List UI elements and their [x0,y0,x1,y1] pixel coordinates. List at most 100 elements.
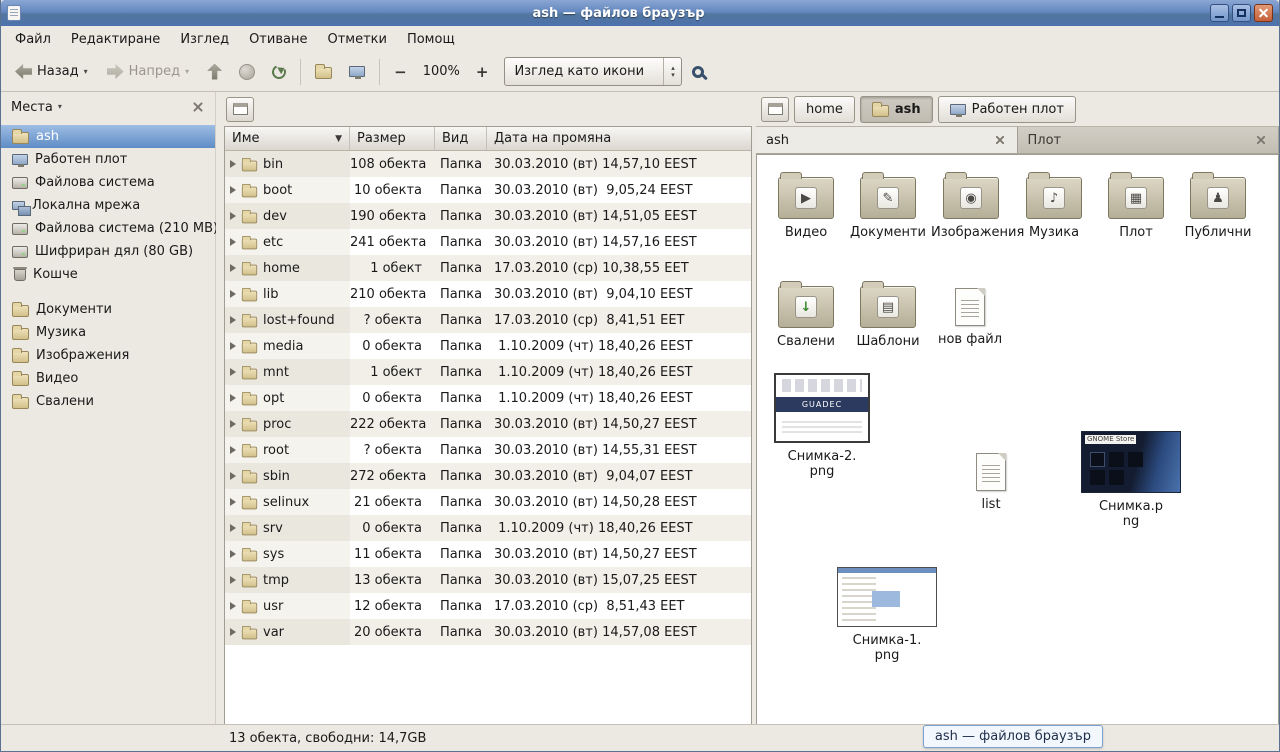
expander-icon[interactable] [230,264,236,272]
sidebar-item[interactable]: Локална мрежа [1,194,215,217]
menu-item[interactable]: Отметки [317,26,396,52]
places-title[interactable]: Места [11,100,53,115]
expander-icon[interactable] [230,394,236,402]
stop-button[interactable] [232,57,262,87]
column-header-date[interactable]: Дата на промяна [487,127,751,150]
column-header-type[interactable]: Вид [435,127,487,150]
table-row[interactable]: lib 210 обекта Папка 30.03.2010 (вт) 9,0… [225,281,751,307]
sidebar-item[interactable]: Файлова система (210 MB) [1,217,215,240]
sidebar-item[interactable]: Файлова система [1,171,215,194]
table-row[interactable]: selinux 21 обекта Папка 30.03.2010 (вт) … [225,489,751,515]
search-button[interactable] [685,57,711,87]
column-header-name[interactable]: Име ▼ [225,127,350,150]
close-sidebar-button[interactable] [191,100,205,114]
icon-view-item[interactable]: Снимка-1.png [835,567,939,663]
icon-view-item[interactable]: нов файл [931,278,1009,347]
table-row[interactable]: bin 108 обекта Папка 30.03.2010 (вт) 14,… [225,151,751,177]
menu-item[interactable]: Файл [5,26,61,52]
table-row[interactable]: var 20 обекта Папка 30.03.2010 (вт) 14,5… [225,619,751,645]
pane-location-button[interactable] [226,97,254,122]
taskbar-window-button[interactable]: ash — файлов браузър [923,725,1103,748]
expander-icon[interactable] [230,186,236,194]
sidebar-item[interactable]: Кошче [1,263,215,286]
expander-icon[interactable] [230,212,236,220]
home-folder-button[interactable] [308,57,339,87]
sidebar-item[interactable]: Видео [1,367,215,390]
icon-view-item[interactable]: ✎ Документи [849,169,927,240]
expander-icon[interactable] [230,342,236,350]
table-row[interactable]: proc 222 обекта Папка 30.03.2010 (вт) 14… [225,411,751,437]
expander-icon[interactable] [230,524,236,532]
breadcrumb-ash[interactable]: ash [860,96,933,123]
sidebar-item[interactable]: ash [1,125,215,148]
sidebar-item[interactable]: Документи [1,298,215,321]
up-button[interactable] [200,57,229,87]
back-button[interactable]: Назад ▾ [7,57,96,87]
icon-view-item[interactable]: ◉ Изображения [931,169,1011,240]
table-row[interactable]: boot 10 обекта Папка 30.03.2010 (вт) 9,0… [225,177,751,203]
forward-button[interactable]: Напред ▾ [99,57,198,87]
breadcrumb-home[interactable]: home [794,96,855,123]
maximize-button[interactable] [1232,4,1251,22]
icon-view-item[interactable]: ▶ Видео [767,169,845,240]
table-row[interactable]: mnt 1 обект Папка 1.10.2009 (чт) 18,40,2… [225,359,751,385]
menu-item[interactable]: Изглед [170,26,239,52]
expander-icon[interactable] [230,628,236,636]
expander-icon[interactable] [230,420,236,428]
expander-icon[interactable] [230,446,236,454]
close-button[interactable] [1254,4,1273,22]
icon-view-item[interactable]: ▤ Шаблони [849,278,927,349]
menu-item[interactable]: Отиване [239,26,317,52]
minimize-button[interactable] [1210,4,1229,22]
titlebar[interactable]: ash — файлов браузър [1,0,1279,26]
sidebar-item[interactable]: Музика [1,321,215,344]
pane-splitter[interactable] [216,92,224,724]
sidebar-item[interactable]: Изображения [1,344,215,367]
icon-view-item[interactable]: ↓ Свалени [767,278,845,349]
icon-view-item[interactable]: GNOME Store Снимка.png [1079,431,1183,529]
view-mode-select[interactable]: Изглед като икони ▴▾ [504,57,682,86]
pane-location-button[interactable] [761,97,789,122]
expander-icon[interactable] [230,472,236,480]
tab-ash[interactable]: ash [756,127,1018,153]
close-tab-icon[interactable] [993,134,1006,147]
menu-item[interactable]: Редактиране [61,26,170,52]
tab-plot[interactable]: Плот [1018,127,1280,153]
sidebar-item[interactable]: Шифриран дял (80 GB) [1,240,215,263]
icon-view-item[interactable]: ▦ Плот [1097,169,1175,240]
expander-icon[interactable] [230,498,236,506]
expander-icon[interactable] [230,160,236,168]
expander-icon[interactable] [230,368,236,376]
table-row[interactable]: usr 12 обекта Папка 17.03.2010 (ср) 8,51… [225,593,751,619]
expander-icon[interactable] [230,238,236,246]
expander-icon[interactable] [230,576,236,584]
table-row[interactable]: srv 0 обекта Папка 1.10.2009 (чт) 18,40,… [225,515,751,541]
table-row[interactable]: sbin 272 обекта Папка 30.03.2010 (вт) 9,… [225,463,751,489]
icon-view-item[interactable]: ♟ Публични [1179,169,1257,240]
table-row[interactable]: root ? обекта Папка 30.03.2010 (вт) 14,5… [225,437,751,463]
table-row[interactable]: dev 190 обекта Папка 30.03.2010 (вт) 14,… [225,203,751,229]
zoom-in-button[interactable]: + [469,57,496,87]
menu-item[interactable]: Помощ [397,26,465,52]
expander-icon[interactable] [230,316,236,324]
sidebar-item[interactable]: Свалени [1,390,215,413]
table-row[interactable]: lost+found ? обекта Папка 17.03.2010 (ср… [225,307,751,333]
table-row[interactable]: etc 241 обекта Папка 30.03.2010 (вт) 14,… [225,229,751,255]
icon-view-item[interactable]: GUADEC Снимка-2.png [770,373,874,479]
close-tab-icon[interactable] [1255,134,1268,147]
zoom-out-button[interactable]: − [387,57,414,87]
reload-button[interactable] [265,57,293,87]
table-row[interactable]: home 1 обект Папка 17.03.2010 (ср) 10,38… [225,255,751,281]
table-row[interactable]: sys 11 обекта Папка 30.03.2010 (вт) 14,5… [225,541,751,567]
computer-button[interactable] [342,57,372,87]
icon-view-item[interactable]: list [961,443,1021,512]
table-row[interactable]: opt 0 обекта Папка 1.10.2009 (чт) 18,40,… [225,385,751,411]
column-header-size[interactable]: Размер [350,127,435,150]
breadcrumb-desktop[interactable]: Работен плот [938,96,1076,123]
expander-icon[interactable] [230,602,236,610]
sidebar-item[interactable]: Работен плот [1,148,215,171]
table-row[interactable]: tmp 13 обекта Папка 30.03.2010 (вт) 15,0… [225,567,751,593]
table-row[interactable]: media 0 обекта Папка 1.10.2009 (чт) 18,4… [225,333,751,359]
expander-icon[interactable] [230,290,236,298]
expander-icon[interactable] [230,550,236,558]
